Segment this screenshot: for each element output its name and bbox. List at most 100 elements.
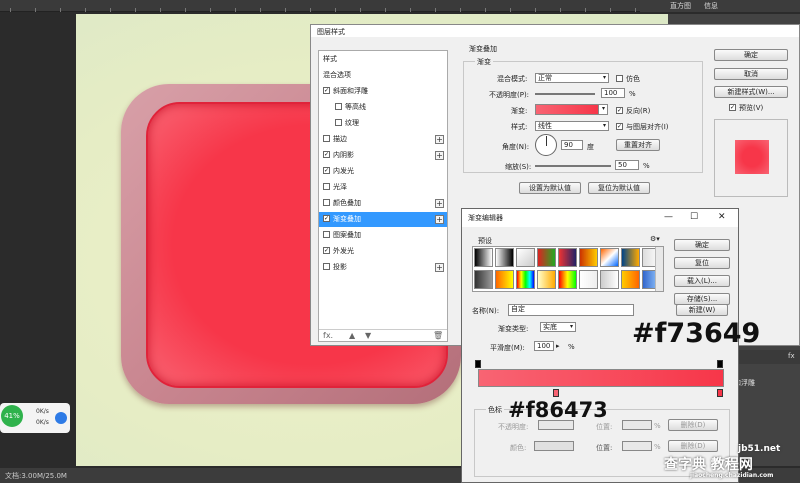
style-item[interactable]: ✓ 内发光 <box>319 164 447 179</box>
smooth-arrow-icon[interactable]: ▸ <box>556 342 560 350</box>
color-stop-right[interactable] <box>717 389 723 397</box>
move-up-icon[interactable]: ▲ <box>349 331 355 340</box>
blend-mode-select[interactable]: 正常 ▾ <box>535 73 609 83</box>
style-item[interactable]: ✓ 外发光 <box>319 244 447 259</box>
style-item[interactable]: 光泽 <box>319 180 447 195</box>
style-item[interactable]: 图案叠加 <box>319 228 447 243</box>
angle-input[interactable]: 90 <box>561 140 583 150</box>
load-button[interactable]: 载入(L)... <box>674 275 730 287</box>
maximize-icon[interactable]: ☐ <box>690 212 698 222</box>
opacity-stop-right[interactable] <box>717 360 723 368</box>
add-effect-icon[interactable]: + <box>435 135 444 144</box>
preset-swatch[interactable] <box>474 248 493 267</box>
add-effect-icon[interactable]: + <box>435 263 444 272</box>
preset-swatch[interactable] <box>537 270 556 289</box>
type-select[interactable]: 实底 ▾ <box>540 322 576 332</box>
style-item[interactable]: 描边 + <box>319 132 447 147</box>
style-checkbox[interactable] <box>323 182 330 190</box>
gradient-bar[interactable] <box>478 369 724 387</box>
new-style-button[interactable]: 新建样式(W)... <box>714 86 788 98</box>
add-effect-icon[interactable]: + <box>435 215 444 224</box>
preset-swatch[interactable] <box>558 248 577 267</box>
stop-color-swatch[interactable] <box>534 441 574 451</box>
trash-icon[interactable]: 🗑 <box>433 331 443 340</box>
preset-swatch[interactable] <box>516 248 535 267</box>
preset-swatch[interactable] <box>516 270 535 289</box>
opacity-input[interactable]: 100 <box>601 88 625 98</box>
style-item[interactable]: 等高线 <box>319 100 447 115</box>
preset-swatch[interactable] <box>558 270 577 289</box>
dither-checkbox[interactable]: 仿色 <box>616 74 640 84</box>
tab-histogram[interactable]: 直方图 <box>670 1 691 11</box>
close-icon[interactable]: ✕ <box>718 212 726 222</box>
style-item[interactable]: 混合选项 <box>319 68 447 83</box>
style-checkbox[interactable]: ✓ <box>323 246 330 254</box>
editor-reset-button[interactable]: 复位 <box>674 257 730 269</box>
name-input[interactable]: 自定 <box>508 304 634 316</box>
preset-swatch[interactable] <box>537 248 556 267</box>
style-checkbox[interactable] <box>323 134 330 142</box>
style-checkbox[interactable]: ✓ <box>323 214 330 222</box>
add-effect-icon[interactable]: + <box>435 199 444 208</box>
presets-gear-icon[interactable]: ⚙▾ <box>650 235 660 243</box>
gradient-picker-arrow[interactable]: ▾ <box>598 104 608 115</box>
position-input-2[interactable] <box>622 441 652 451</box>
opacity-slider[interactable] <box>535 93 595 95</box>
new-button[interactable]: 新建(W) <box>676 304 728 316</box>
style-checkbox[interactable] <box>323 230 330 238</box>
opacity-stop-left[interactable] <box>475 360 481 368</box>
delete-button-1[interactable]: 删除(D) <box>668 419 718 431</box>
gradient-swatch[interactable] <box>535 104 599 115</box>
reset-default-button[interactable]: 复位为默认值 <box>588 182 650 194</box>
presets-scrollbar[interactable] <box>655 247 663 291</box>
reverse-checkbox[interactable]: ✓ 反向(R) <box>616 106 650 116</box>
preset-swatch[interactable] <box>495 248 514 267</box>
style-checkbox[interactable] <box>323 262 330 270</box>
watermark-site: jb51.net <box>738 444 781 454</box>
preset-swatch[interactable] <box>600 248 619 267</box>
preset-swatch[interactable] <box>474 270 493 289</box>
style-item[interactable]: ✓ 斜面和浮雕 <box>319 84 447 99</box>
style-item[interactable]: 颜色叠加 + <box>319 196 447 211</box>
smooth-select[interactable]: 100 <box>534 341 554 351</box>
style-item-label: 光泽 <box>333 183 347 191</box>
style-checkbox[interactable] <box>335 118 342 126</box>
style-checkbox[interactable]: ✓ <box>323 86 330 94</box>
align-checkbox[interactable]: ✓ 与图层对齐(I) <box>616 122 669 132</box>
style-checkbox[interactable] <box>323 198 330 206</box>
fx-menu-icon[interactable]: fx. <box>323 331 333 340</box>
angle-dial[interactable] <box>535 134 557 156</box>
style-checkbox[interactable]: ✓ <box>323 150 330 158</box>
set-default-button[interactable]: 设置为默认值 <box>519 182 581 194</box>
scale-input[interactable]: 50 <box>615 160 639 170</box>
style-item[interactable]: 投影 + <box>319 260 447 275</box>
cancel-button[interactable]: 取消 <box>714 68 788 80</box>
style-checkbox[interactable]: ✓ <box>323 166 330 174</box>
preset-swatch[interactable] <box>621 248 640 267</box>
style-item-label: 描边 <box>333 135 347 143</box>
style-item[interactable]: ✓ 渐变叠加 + <box>319 212 447 227</box>
move-down-icon[interactable]: ▼ <box>365 331 371 340</box>
preset-swatch[interactable] <box>579 248 598 267</box>
preset-swatch[interactable] <box>495 270 514 289</box>
preview-checkbox[interactable]: ✓ 预览(V) <box>729 103 763 113</box>
accelerate-icon[interactable] <box>55 412 67 424</box>
style-item[interactable]: ✓ 内阴影 + <box>319 148 447 163</box>
style-select[interactable]: 线性 ▾ <box>535 121 609 131</box>
delete-button-2[interactable]: 删除(D) <box>668 440 718 452</box>
position-input-1[interactable] <box>622 420 652 430</box>
style-item[interactable]: 样式 <box>319 52 447 67</box>
style-item[interactable]: 纹理 <box>319 116 447 131</box>
scale-slider[interactable] <box>535 165 611 167</box>
preset-swatch[interactable] <box>579 270 598 289</box>
minimize-icon[interactable]: — <box>664 212 673 222</box>
ok-button[interactable]: 确定 <box>714 49 788 61</box>
editor-ok-button[interactable]: 确定 <box>674 239 730 251</box>
preset-swatch[interactable] <box>600 270 619 289</box>
add-effect-icon[interactable]: + <box>435 151 444 160</box>
preset-swatch[interactable] <box>621 270 640 289</box>
midpoint-stop[interactable] <box>553 389 559 397</box>
style-checkbox[interactable] <box>335 102 342 110</box>
tab-info[interactable]: 信息 <box>704 1 718 11</box>
reset-align-button[interactable]: 重置对齐 <box>616 139 660 151</box>
